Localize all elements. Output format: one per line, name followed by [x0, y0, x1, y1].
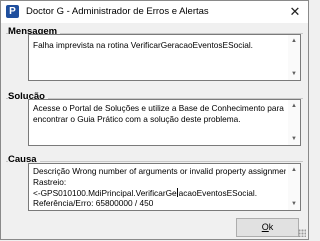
solucao-scrollbar[interactable]: ▲ ▼: [288, 100, 300, 145]
causa-text: Descrição Wrong number of arguments or i…: [33, 166, 286, 209]
solucao-textbox[interactable]: Acesse o Portal de Soluções e utilize a …: [28, 99, 301, 146]
close-button[interactable]: ✕: [286, 3, 304, 20]
scroll-down-arrow-icon[interactable]: ▼: [288, 69, 300, 79]
ok-button[interactable]: Ok: [236, 218, 299, 237]
scroll-down-arrow-icon[interactable]: ▼: [288, 134, 300, 144]
mensagem-scrollbar[interactable]: ▲ ▼: [288, 35, 300, 80]
scroll-down-arrow-icon[interactable]: ▼: [288, 199, 300, 209]
causa-trace-line: <-GPS010100.MdiPrincipal.VerificarGe acao…: [33, 187, 258, 198]
causa-scrollbar[interactable]: ▲ ▼: [288, 164, 300, 210]
window-title: Doctor G - Administrador de Erros e Aler…: [26, 6, 209, 17]
mensagem-textbox[interactable]: Falha imprevista na rotina VerificarGera…: [28, 34, 301, 81]
causa-trace-label: Rastreio:: [33, 176, 67, 187]
app-logo-icon: P: [6, 5, 19, 18]
scroll-up-arrow-icon[interactable]: ▲: [288, 165, 300, 175]
causa-group-divider: [6, 161, 303, 162]
mensagem-text: Falha imprevista na rotina VerificarGera…: [33, 40, 253, 50]
causa-description-line: Descrição Wrong number of arguments or i…: [33, 166, 286, 176]
causa-reference-line: Referência/Erro: 65800000 / 450: [33, 198, 154, 209]
title-bar: P Doctor G - Administrador de Erros e Al…: [1, 1, 308, 23]
causa-textbox[interactable]: Descrição Wrong number of arguments or i…: [28, 163, 301, 211]
resize-grip-icon[interactable]: [298, 229, 306, 237]
solucao-text: Acesse o Portal de Soluções e utilize a …: [33, 103, 287, 124]
scroll-up-arrow-icon[interactable]: ▲: [288, 36, 300, 46]
dialog-window: P Doctor G - Administrador de Erros e Al…: [0, 0, 309, 240]
scroll-up-arrow-icon[interactable]: ▲: [288, 101, 300, 111]
